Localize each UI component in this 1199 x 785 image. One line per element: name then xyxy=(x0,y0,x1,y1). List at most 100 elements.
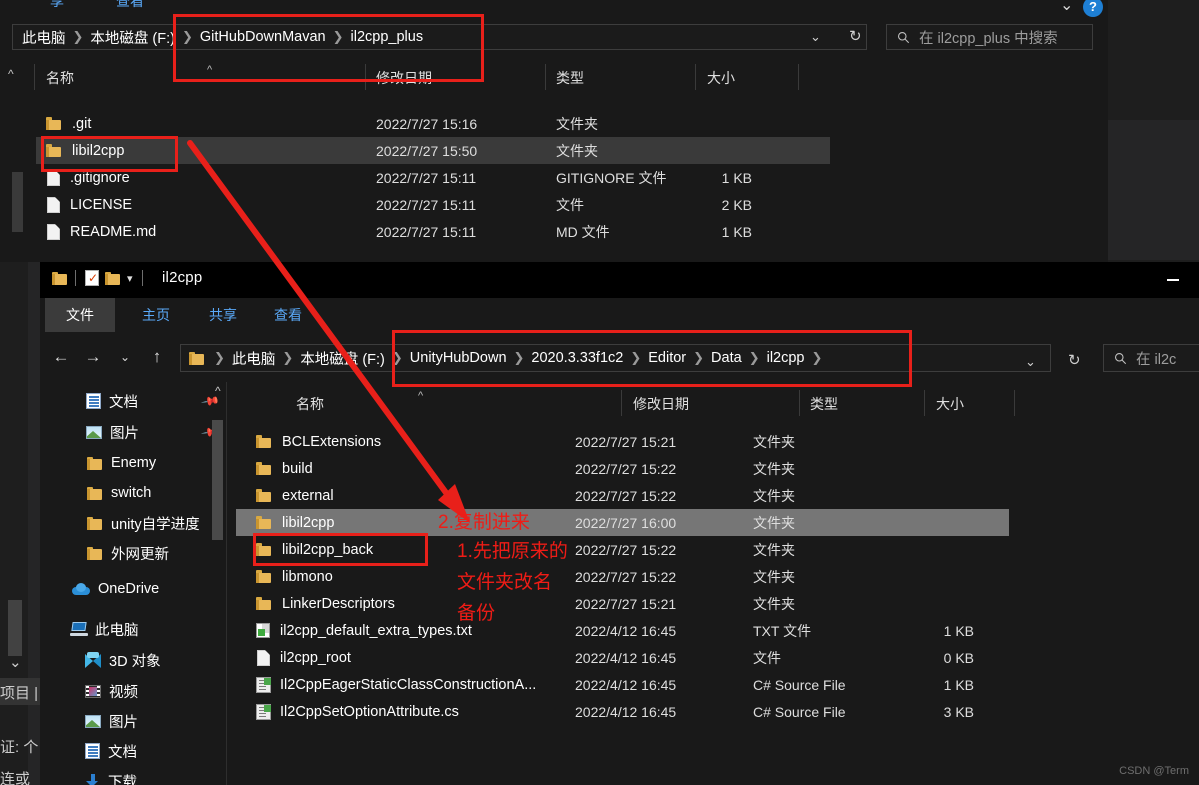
sidebar-item-label: 图片 xyxy=(109,714,138,731)
breadcrumb-version[interactable]: 2020.3.33f1c2 xyxy=(530,350,624,366)
col-divider-3[interactable] xyxy=(924,390,925,416)
tab-share[interactable]: 共享 xyxy=(195,298,251,332)
breadcrumb-il2cpp[interactable]: il2cpp xyxy=(766,350,806,366)
refresh-icon[interactable]: ↻ xyxy=(1068,351,1081,369)
sidebar-item-enemy[interactable]: Enemy xyxy=(87,452,156,474)
table-row[interactable]: il2cpp_root 2022/4/12 16:45 文件 0 KB xyxy=(236,644,1009,671)
table-row[interactable]: BCLExtensions 2022/7/27 15:21 文件夹 xyxy=(236,428,1009,455)
sidebar-item-label: switch xyxy=(111,485,152,501)
column-date[interactable]: 修改日期 xyxy=(633,394,689,414)
top-address-row: 此电脑 ❯ 本地磁盘 (F:) ❯ GitHubDownMavan ❯ il2c… xyxy=(0,17,1108,57)
nav-pane-splitter[interactable] xyxy=(226,382,227,785)
chevron-down-icon[interactable]: ▾ xyxy=(127,272,133,285)
breadcrumb-drive-f[interactable]: 本地磁盘 (F:) xyxy=(89,27,176,48)
nav-pane-scrollbar-thumb[interactable] xyxy=(212,420,223,540)
top-address-bar[interactable]: 此电脑 ❯ 本地磁盘 (F:) ❯ GitHubDownMavan ❯ il2c… xyxy=(12,24,867,50)
table-row[interactable]: libil2cpp_back 2022/7/27 15:22 文件夹 xyxy=(236,536,1009,563)
file-name: LinkerDescriptors xyxy=(282,595,395,612)
tab-view-partial[interactable]: 查看 xyxy=(102,0,158,16)
table-row[interactable]: LICENSE 2022/7/27 15:11 文件 2 KB xyxy=(36,191,830,218)
sidebar-item-pictures-pinned[interactable]: 图片 xyxy=(86,421,139,443)
table-row[interactable]: Il2CppSetOptionAttribute.cs 2022/4/12 16… xyxy=(236,698,1009,725)
breadcrumb-drive-f[interactable]: 本地磁盘 (F:) xyxy=(299,348,386,369)
table-row[interactable]: libil2cpp 2022/7/27 15:50 文件夹 xyxy=(36,137,830,164)
col-divider-2[interactable] xyxy=(799,390,800,416)
tab-home[interactable]: 主页 xyxy=(128,298,184,332)
chevron-down-icon-left[interactable]: ⌄ xyxy=(9,653,22,671)
table-row[interactable]: build 2022/7/27 15:22 文件夹 xyxy=(236,455,1009,482)
bottom-address-bar[interactable]: ❯ 此电脑 ❯ 本地磁盘 (F:) ❯ UnityHubDown ❯ 2020.… xyxy=(180,344,1051,372)
top-nav-scrollbar-thumb[interactable] xyxy=(12,172,23,232)
sidebar-item-unity-study[interactable]: unity自学进度 xyxy=(87,512,200,534)
file-name: il2cpp_root xyxy=(280,649,351,666)
nav-pane-scroll-up-icon[interactable]: ^ xyxy=(8,67,14,81)
col-divider-4[interactable] xyxy=(695,64,696,90)
column-name[interactable]: 名称 xyxy=(46,68,74,88)
address-dropdown-icon[interactable]: ⌄ xyxy=(810,29,821,45)
table-row[interactable]: LinkerDescriptors 2022/7/27 15:21 文件夹 xyxy=(236,590,1009,617)
tab-share-partial[interactable]: 享 xyxy=(36,0,78,16)
address-dropdown-icon[interactable]: ⌄ xyxy=(1025,354,1036,370)
table-row[interactable]: libmono 2022/7/27 15:22 文件夹 xyxy=(236,563,1009,590)
file-size: 1 KB xyxy=(721,169,752,186)
properties-icon[interactable]: ✓ xyxy=(85,270,99,286)
column-type[interactable]: 类型 xyxy=(810,394,838,414)
minimize-button[interactable] xyxy=(1167,272,1181,286)
breadcrumb-il2cpp-plus[interactable]: il2cpp_plus xyxy=(350,29,425,45)
breadcrumb-this-pc[interactable]: 此电脑 xyxy=(21,27,67,48)
breadcrumb-this-pc[interactable]: 此电脑 xyxy=(231,348,277,369)
sidebar-item-downloads[interactable]: 下载 xyxy=(85,770,137,785)
sidebar-item-this-pc[interactable]: 此电脑 xyxy=(70,618,139,640)
column-date[interactable]: 修改日期 xyxy=(376,68,432,88)
breadcrumb-editor[interactable]: Editor xyxy=(647,350,687,366)
col-divider[interactable] xyxy=(621,390,622,416)
bottom-search-box[interactable]: 在 il2c xyxy=(1103,344,1199,372)
breadcrumb-sep-icon-4: ❯ xyxy=(513,350,525,365)
breadcrumb-unityhubdown[interactable]: UnityHubDown xyxy=(409,350,508,366)
sidebar-item-videos[interactable]: 视频 xyxy=(85,680,138,702)
sidebar-item-pictures[interactable]: 图片 xyxy=(85,710,138,732)
table-row[interactable]: .git 2022/7/27 15:16 文件夹 xyxy=(36,110,830,137)
table-row[interactable]: README.md 2022/7/27 15:11 MD 文件 1 KB xyxy=(36,218,830,245)
file-name: external xyxy=(282,487,334,504)
column-size[interactable]: 大小 xyxy=(707,68,735,88)
breadcrumb-data[interactable]: Data xyxy=(710,350,743,366)
tab-file[interactable]: 文件 xyxy=(45,298,115,332)
tab-view[interactable]: 查看 xyxy=(260,298,316,332)
new-folder-icon[interactable] xyxy=(105,271,120,285)
top-search-box[interactable]: 在 il2cpp_plus 中搜索 xyxy=(886,24,1093,50)
sidebar-item-switch[interactable]: switch xyxy=(87,482,151,504)
column-size[interactable]: 大小 xyxy=(936,394,964,414)
col-divider-4[interactable] xyxy=(1014,390,1015,416)
sidebar-item-3d-objects[interactable]: 3D 对象 xyxy=(85,649,161,671)
file-type: 文件夹 xyxy=(753,487,795,504)
back-arrow-icon[interactable]: ← xyxy=(52,347,70,367)
col-divider-2[interactable] xyxy=(365,64,366,90)
vscode-scrollbar-thumb-2[interactable] xyxy=(8,600,22,656)
file-name: Il2CppEagerStaticClassConstructionA... xyxy=(280,676,537,693)
sidebar-item-documents-pinned[interactable]: 文档 xyxy=(86,390,138,412)
table-row[interactable]: Il2CppEagerStaticClassConstructionA... 2… xyxy=(236,671,1009,698)
file-type: 文件夹 xyxy=(753,541,795,558)
folder-icon[interactable] xyxy=(52,271,67,285)
table-row[interactable]: libil2cpp 2022/7/27 16:00 文件夹 xyxy=(236,509,1009,536)
nav-pane-scroll-up-icon[interactable]: ^ xyxy=(215,384,221,398)
table-row[interactable]: .gitignore 2022/7/27 15:11 GITIGNORE 文件 … xyxy=(36,164,830,191)
forward-arrow-icon[interactable]: → xyxy=(84,347,102,367)
breadcrumb-githubdownmavan[interactable]: GitHubDownMavan xyxy=(199,29,327,45)
table-row[interactable]: external 2022/7/27 15:22 文件夹 xyxy=(236,482,1009,509)
up-arrow-icon[interactable]: ↑ xyxy=(148,347,166,367)
refresh-icon[interactable]: ↻ xyxy=(849,27,862,45)
bottom-window-titlebar: ✓ ▾ il2cpp xyxy=(40,262,1199,298)
recent-locations-icon[interactable]: ⌄ xyxy=(116,350,134,364)
sidebar-item-onedrive[interactable]: OneDrive xyxy=(72,578,159,600)
table-row[interactable]: il2cpp_default_extra_types.txt 2022/4/12… xyxy=(236,617,1009,644)
sidebar-item-documents[interactable]: 文档 xyxy=(85,740,137,762)
sidebar-item-external-update[interactable]: 外网更新 xyxy=(87,542,169,564)
column-name[interactable]: 名称 xyxy=(296,394,324,414)
column-type[interactable]: 类型 xyxy=(556,68,584,88)
chevron-down-icon-ribbon[interactable]: ⌄ xyxy=(1060,0,1073,15)
col-divider-5[interactable] xyxy=(798,64,799,90)
col-divider[interactable] xyxy=(34,64,35,90)
col-divider-3[interactable] xyxy=(545,64,546,90)
